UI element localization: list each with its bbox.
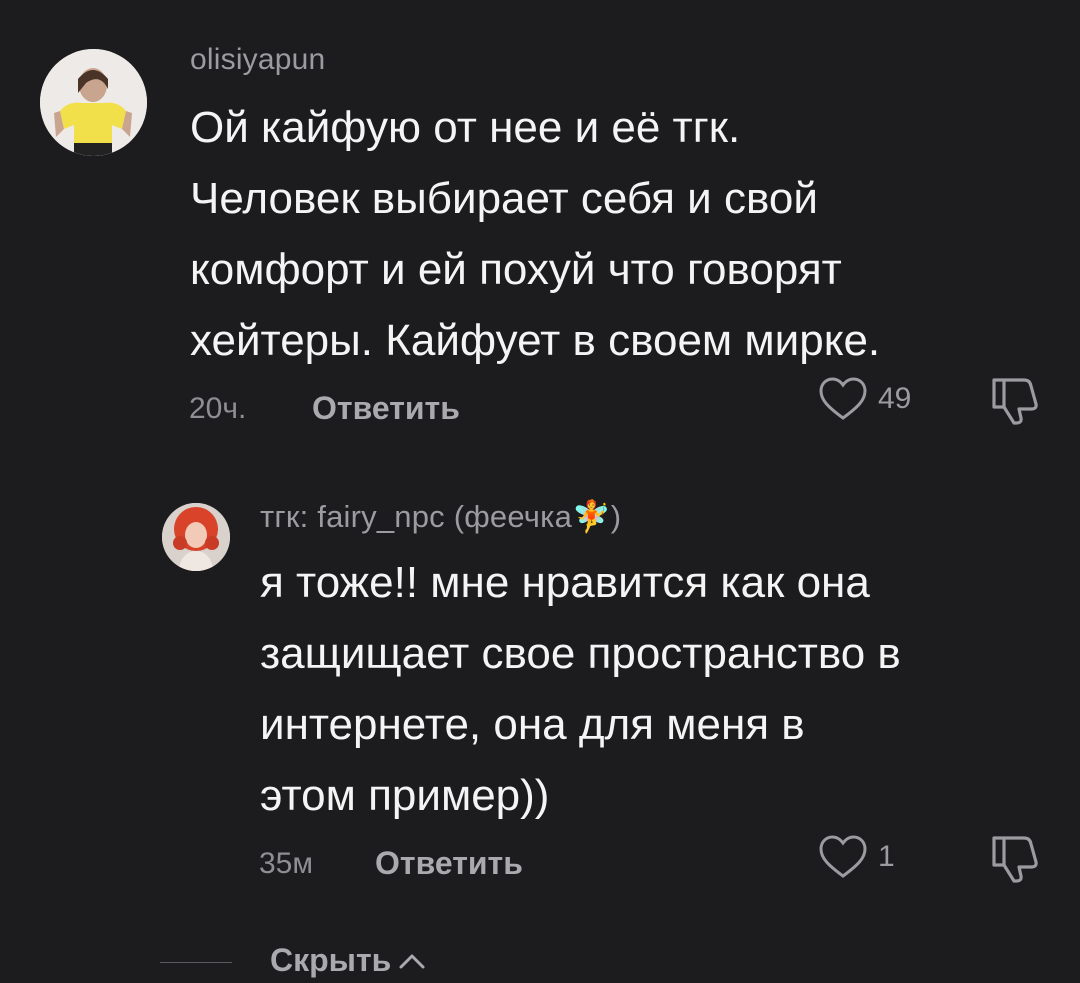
chevron-up-icon — [399, 954, 425, 968]
reply-username[interactable]: тгк: fairy_npc (феечка🧚) — [260, 498, 621, 535]
comments-thread: olisiyapun Ой кайфую от нее и её тгк. Че… — [0, 0, 1080, 983]
reply-timestamp: 35м — [259, 847, 313, 880]
avatar-image — [40, 49, 147, 156]
comment-text: Ой кайфую от нее и её тгк. Человек выбир… — [190, 103, 881, 365]
heart-outline-icon — [819, 835, 867, 878]
comment-timestamp: 20ч. — [189, 392, 247, 425]
divider — [160, 962, 232, 963]
reply-button[interactable]: Ответить — [375, 845, 523, 882]
comment: olisiyapun Ой кайфую от нее и её тгк. Че… — [0, 0, 1080, 470]
username[interactable]: olisiyapun — [190, 43, 325, 77]
dislike-button[interactable] — [988, 374, 1042, 431]
like-count: 49 — [878, 382, 912, 415]
reply-like-button[interactable]: 1 — [818, 834, 895, 880]
reply-dislike-button[interactable] — [988, 832, 1042, 889]
thumbs-down-icon — [992, 378, 1038, 425]
reply-avatar[interactable] — [162, 503, 230, 571]
hide-replies-button[interactable]: Скрыть — [270, 942, 427, 979]
avatar[interactable] — [40, 49, 147, 156]
reply-text: я тоже!! мне нравится как она защищает с… — [260, 558, 901, 820]
reply-button[interactable]: Ответить — [312, 390, 460, 427]
thumbs-down-icon — [992, 836, 1038, 883]
hide-replies-label: Скрыть — [270, 942, 392, 978]
like-button[interactable]: 49 — [818, 376, 911, 422]
heart-outline-icon — [819, 377, 867, 420]
avatar-image — [162, 503, 230, 571]
reply-like-count: 1 — [878, 840, 895, 873]
